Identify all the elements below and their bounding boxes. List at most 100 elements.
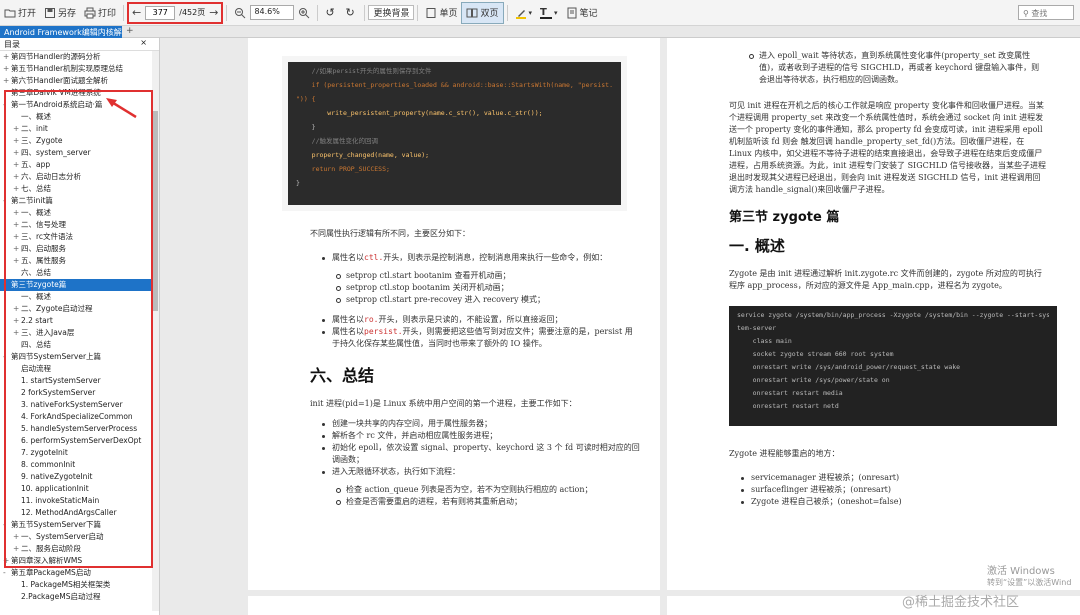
change-background-button[interactable]: 更换背景	[368, 5, 415, 20]
document-tab[interactable]: Android Framework编辑内核解析 ×	[0, 26, 122, 38]
outline-item[interactable]: + 第四节Handler的源码分析	[0, 51, 159, 63]
text: 开头，则表示是只读的，不能设置，所以直接返回；	[378, 315, 563, 324]
divider	[506, 4, 508, 21]
expand-toggle-icon[interactable]: -	[3, 567, 11, 579]
outline-item[interactable]: + 第六节Handler面试题全解析	[0, 75, 159, 87]
highlighter-button[interactable]: ▾	[511, 2, 537, 24]
add-tab-icon[interactable]: +	[126, 26, 134, 36]
paragraph: Zygote 进程能够重启的地方：	[729, 449, 840, 458]
outline-sidebar: 目录 × + 第四节Handler的源码分析 + 第五节Handler机制实现原理总结 +…	[0, 38, 160, 615]
rotate-left-icon: ↺	[325, 5, 335, 19]
code-line: onrestart write /sys/android_power/reque…	[737, 363, 961, 371]
zoom-out-icon	[234, 7, 246, 19]
single-page-button[interactable]: 单页	[421, 2, 461, 24]
list-item: Zygote 进程自己被杀；(oneshot=false)	[739, 496, 1047, 508]
divider	[417, 4, 419, 21]
command-list: setprop ctl.start bootanim 查看开机动画； setpro…	[310, 270, 640, 306]
summary-sublist: 检查 action_queue 列表是否为空，若不为空则执行相应的 action…	[310, 484, 640, 508]
single-page-label: 单页	[439, 9, 458, 19]
outline-item[interactable]: + 第五节Handler机制实现原理总结	[0, 63, 159, 75]
zoom-select[interactable]: 84.6%	[250, 5, 295, 20]
page-left-next	[248, 596, 660, 615]
watermark-line: 激活 Windows	[987, 566, 1055, 577]
print-label: 打印	[98, 9, 117, 19]
inline-code: ro.	[364, 315, 379, 324]
rotate-left-button[interactable]: ↺	[321, 2, 341, 24]
outline-header: 目录 ×	[0, 38, 159, 51]
list-item: servicemanager 进程被杀；(onresart)	[739, 472, 1047, 484]
text: 属性名以	[332, 315, 364, 324]
list-item: setprop ctl.start bootanim 查看开机动画；	[334, 270, 640, 282]
inline-code: ctl.	[364, 253, 384, 262]
notes-button[interactable]: 笔记	[562, 2, 602, 24]
scrollbar-thumb[interactable]	[153, 111, 158, 311]
text: 属性名以	[332, 253, 364, 262]
open-label: 打开	[18, 9, 37, 19]
page-right: 进入 epoll_wait 等待状态，直到系统属性变化事件(property_s…	[667, 38, 1080, 590]
expand-toggle-icon[interactable]: +	[3, 75, 11, 87]
outline-item-label: 2.PackageMS启动过程	[21, 592, 101, 601]
saveas-button[interactable]: 另存	[40, 2, 80, 24]
rotate-right-icon: ↻	[345, 5, 355, 19]
list-item: 检查是否需要重启的进程，若有则将其重新启动；	[334, 496, 640, 508]
print-button[interactable]: 打印	[80, 2, 120, 24]
list-item: 属性名以ro.开头，则表示是只读的，不能设置，所以直接返回；	[320, 314, 640, 326]
zoom-out-button[interactable]	[230, 2, 250, 24]
rotate-right-button[interactable]: ↻	[341, 2, 361, 24]
list-item: 检查 action_queue 列表是否为空，若不为空则执行相应的 action…	[334, 484, 640, 496]
notes-label: 笔记	[579, 9, 598, 19]
notes-icon	[566, 7, 578, 19]
windows-activation-watermark: 激活 Windows 转到“设置”以激活Wind	[987, 566, 1071, 588]
page-total: /452页	[179, 8, 206, 17]
page-number-input[interactable]	[145, 5, 176, 20]
code-line: //触发属性变化的回调	[296, 137, 378, 145]
outline-item[interactable]: 1. PackageMS相关框架类	[0, 579, 159, 591]
search-icon: ⚲	[1023, 9, 1029, 18]
paragraph: init 进程(pid=1)是 Linux 系统中用户空间的第一个进程，主要工作…	[310, 399, 577, 408]
outline-item-label: 第五节Handler机制实现原理总结	[11, 64, 124, 73]
expand-toggle-icon[interactable]: +	[3, 63, 11, 75]
toolbar: 打开 另存 打印 ← /452页 → 84.6% ↺ ↻ 更换背景 单页 双页 …	[0, 0, 1080, 26]
code-line: }	[296, 179, 300, 187]
left-page-body: 不同属性执行逻辑有所不同，主要区分如下： 属性名以ctl.开头，则表示是控制消息…	[310, 228, 640, 508]
next-page-icon[interactable]: →	[209, 6, 218, 19]
open-button[interactable]: 打开	[0, 2, 40, 24]
paragraph: 可见 init 进程在开机之后的核心工作就是响应 property 变化事件和回…	[729, 101, 1046, 194]
search-input[interactable]: ⚲ 查找	[1018, 5, 1074, 20]
list-item: 创建一块共享的内存空间，用于属性服务器；	[320, 418, 640, 430]
list-item: setprop ctl.stop bootanim 关闭开机动画；	[334, 282, 640, 294]
code-block: //如果persist开头的属性则保存到文件 if (persistent_pr…	[288, 62, 621, 205]
list-item: 属性名以ctl.开头，则表示是控制消息，控制消息用来执行一些命令，例如：	[320, 252, 640, 264]
code-line: ")) {	[296, 95, 316, 103]
zoom-in-icon	[298, 7, 310, 19]
page-navigator: ← /452页 →	[127, 1, 224, 24]
code-line: class main	[737, 337, 792, 345]
outline-item[interactable]: - 第五章PackageMS启动	[0, 567, 159, 579]
zoom-in-button[interactable]	[294, 2, 314, 24]
prev-page-icon[interactable]: ←	[132, 6, 141, 19]
page-left: //如果persist开头的属性则保存到文件 if (persistent_pr…	[248, 38, 660, 590]
document-viewport: //如果persist开头的属性则保存到文件 if (persistent_pr…	[162, 38, 1080, 615]
outline-item[interactable]: 2.PackageMS启动过程	[0, 591, 159, 603]
text-color-button[interactable]: T ▾	[536, 2, 562, 24]
printer-icon	[84, 7, 96, 19]
close-icon[interactable]: ×	[140, 38, 147, 47]
watermark-line: 转到“设置”以激活Wind	[987, 578, 1072, 587]
summary-list: 创建一块共享的内存空间，用于属性服务器； 解析各个 rc 文件，并启动相应属性服务…	[320, 418, 640, 478]
outline-item-label: 第四节Handler的源码分析	[11, 52, 101, 61]
chevron-down-icon: ▾	[528, 8, 533, 17]
text: 属性名以	[332, 327, 364, 336]
sidebar-scrollbar[interactable]	[152, 51, 159, 611]
section-heading: 第三节 zygote 篇	[729, 210, 840, 225]
expand-toggle-icon[interactable]: +	[3, 51, 11, 63]
site-watermark: @稀土掘金技术社区	[902, 595, 1020, 610]
list-item: 进入 epoll_wait 等待状态，直到系统属性变化事件(property_s…	[747, 50, 1047, 86]
code-line: onrestart restart media	[737, 389, 843, 397]
subsection-heading: 一. 概述	[729, 237, 785, 255]
right-page-body: 进入 epoll_wait 等待状态，直到系统属性变化事件(property_s…	[687, 50, 1057, 508]
code-line: write_persistent_property(name.c_str(), …	[296, 109, 543, 117]
divider	[226, 4, 228, 21]
code-line: tem-server	[737, 324, 777, 332]
code-line: onrestart restart netd	[737, 402, 839, 410]
double-page-button[interactable]: 双页	[461, 1, 504, 24]
